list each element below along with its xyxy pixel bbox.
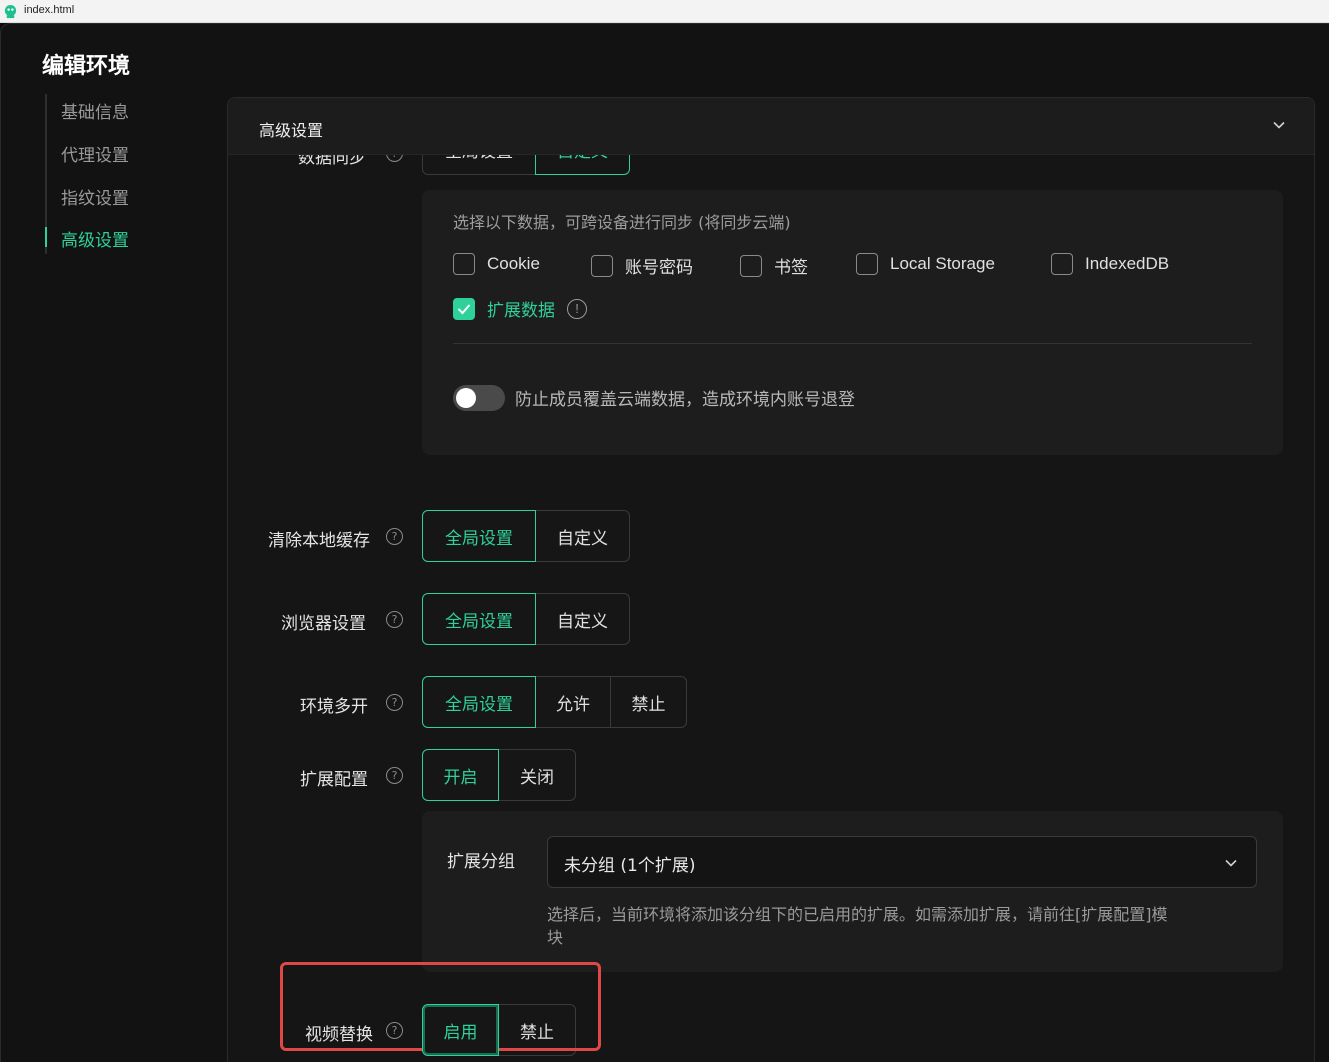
nav-item-proxy-settings[interactable]: 代理设置	[61, 141, 129, 166]
help-icon[interactable]: ?	[386, 528, 403, 545]
section-nav: 基础信息 代理设置 指纹设置 高级设置	[45, 94, 205, 254]
checkbox-cookie[interactable]: Cookie	[453, 253, 540, 275]
help-icon[interactable]: ?	[386, 1022, 403, 1039]
clear-cache-option-custom[interactable]: 自定义	[535, 510, 630, 562]
checkbox-box[interactable]	[591, 254, 613, 277]
extension-group-value: 未分组 (1个扩展)	[564, 856, 696, 876]
clear-cache-option-global[interactable]: 全局设置	[422, 510, 536, 562]
checkbox-indexeddb[interactable]: IndexedDB	[1051, 253, 1169, 275]
data-sync-options-box: 选择以下数据，可跨设备进行同步 (将同步云端) Cookie 账号密码 书签 L…	[422, 190, 1283, 455]
data-sync-segmented: 全局设置 自定义	[422, 155, 630, 175]
checkbox-account-password[interactable]: 账号密码	[591, 253, 693, 278]
video-replace-label: 视频替换	[305, 1025, 373, 1045]
extension-group-box: 扩展分组 未分组 (1个扩展) 选择后，当前环境将添加该分组下的已启用的扩展。如…	[422, 811, 1283, 972]
chevron-down-icon[interactable]	[1272, 118, 1286, 132]
extension-config-option-off[interactable]: 关闭	[498, 749, 576, 801]
clear-cache-segmented: 全局设置 自定义	[422, 510, 630, 562]
multi-open-label: 环境多开	[300, 697, 368, 717]
nav-item-advanced-settings[interactable]: 高级设置	[61, 226, 129, 251]
help-icon[interactable]: ?	[386, 155, 403, 162]
panel-scroll-area[interactable]: 数据同步 ? 全局设置 自定义 选择以下数据，可跨设备进行同步 (将同步云端) …	[228, 155, 1314, 1062]
checkbox-bookmarks[interactable]: 书签	[740, 253, 808, 278]
multi-open-option-allow[interactable]: 允许	[535, 676, 611, 728]
checkbox-label: 书签	[774, 258, 808, 277]
prevent-overwrite-label: 防止成员覆盖云端数据，造成环境内账号退登	[515, 390, 855, 410]
checkbox-box-checked[interactable]	[453, 297, 475, 320]
checkbox-label: Local Storage	[890, 254, 995, 273]
checkbox-label: 账号密码	[625, 258, 693, 277]
help-icon[interactable]: ?	[386, 767, 403, 784]
extension-group-hint-line2: 块	[547, 928, 564, 947]
nav-active-indicator	[45, 227, 47, 247]
checkbox-box[interactable]	[856, 253, 878, 275]
checkbox-extension-data[interactable]: 扩展数据 !	[453, 296, 587, 321]
prevent-overwrite-toggle[interactable]	[453, 385, 505, 411]
video-replace-option-deny[interactable]: 禁止	[498, 1004, 576, 1056]
data-sync-option-custom[interactable]: 自定义	[535, 155, 630, 175]
advanced-settings-panel: 高级设置 数据同步 ? 全局设置 自定义 选择以下数据，可跨设备进行同步 (将同…	[227, 97, 1315, 1062]
clear-cache-label: 清除本地缓存	[268, 531, 370, 551]
window-titlebar: index.html	[0, 0, 1329, 23]
extension-config-label: 扩展配置	[300, 770, 368, 790]
extension-config-segmented: 开启 关闭	[422, 749, 576, 801]
checkbox-box[interactable]	[453, 253, 475, 275]
browser-settings-option-global[interactable]: 全局设置	[422, 593, 536, 645]
browser-settings-segmented: 全局设置 自定义	[422, 593, 630, 645]
checkbox-label: 扩展数据	[487, 301, 555, 320]
extension-group-select[interactable]: 未分组 (1个扩展)	[547, 836, 1257, 888]
help-icon[interactable]: ?	[386, 694, 403, 711]
info-icon[interactable]: !	[567, 298, 587, 319]
extension-group-hint-line1: 选择后，当前环境将添加该分组下的已启用的扩展。如需添加扩展，请前往[扩展配置]模	[547, 905, 1168, 924]
checkbox-label: IndexedDB	[1085, 254, 1170, 273]
checkbox-local-storage[interactable]: Local Storage	[856, 253, 995, 275]
multi-open-option-global[interactable]: 全局设置	[422, 676, 536, 728]
app-logo-icon	[4, 4, 17, 19]
panel-title: 高级设置	[259, 121, 324, 140]
help-icon[interactable]: ?	[386, 611, 403, 628]
data-sync-label: 数据同步	[298, 155, 366, 168]
browser-settings-option-custom[interactable]: 自定义	[535, 593, 630, 645]
extension-group-label: 扩展分组	[447, 852, 515, 872]
nav-item-fingerprint-settings[interactable]: 指纹设置	[61, 184, 129, 209]
checkbox-box[interactable]	[740, 254, 762, 277]
data-sync-hint: 选择以下数据，可跨设备进行同步 (将同步云端)	[453, 213, 791, 232]
divider	[453, 343, 1252, 344]
data-sync-option-global[interactable]: 全局设置	[422, 155, 536, 175]
panel-header[interactable]: 高级设置	[228, 98, 1314, 155]
extension-config-option-on[interactable]: 开启	[422, 749, 499, 801]
window-title: index.html	[24, 4, 75, 16]
edit-environment-window: 编辑环境 基础信息 代理设置 指纹设置 高级设置 高级设置 数据同步 ? 全局设…	[0, 23, 1329, 1062]
nav-item-basic-info[interactable]: 基础信息	[61, 98, 129, 123]
video-replace-segmented: 启用 禁止	[422, 1004, 576, 1056]
page-title: 编辑环境	[42, 54, 131, 79]
checkmark-icon	[457, 303, 471, 314]
browser-settings-label: 浏览器设置	[281, 614, 366, 634]
multi-open-option-deny[interactable]: 禁止	[610, 676, 687, 728]
video-replace-option-enable[interactable]: 启用	[422, 1004, 499, 1056]
checkbox-box[interactable]	[1051, 253, 1073, 275]
toggle-knob	[456, 388, 476, 408]
chevron-down-icon	[1225, 859, 1237, 867]
multi-open-segmented: 全局设置 允许 禁止	[422, 676, 687, 728]
checkbox-label: Cookie	[487, 254, 540, 273]
